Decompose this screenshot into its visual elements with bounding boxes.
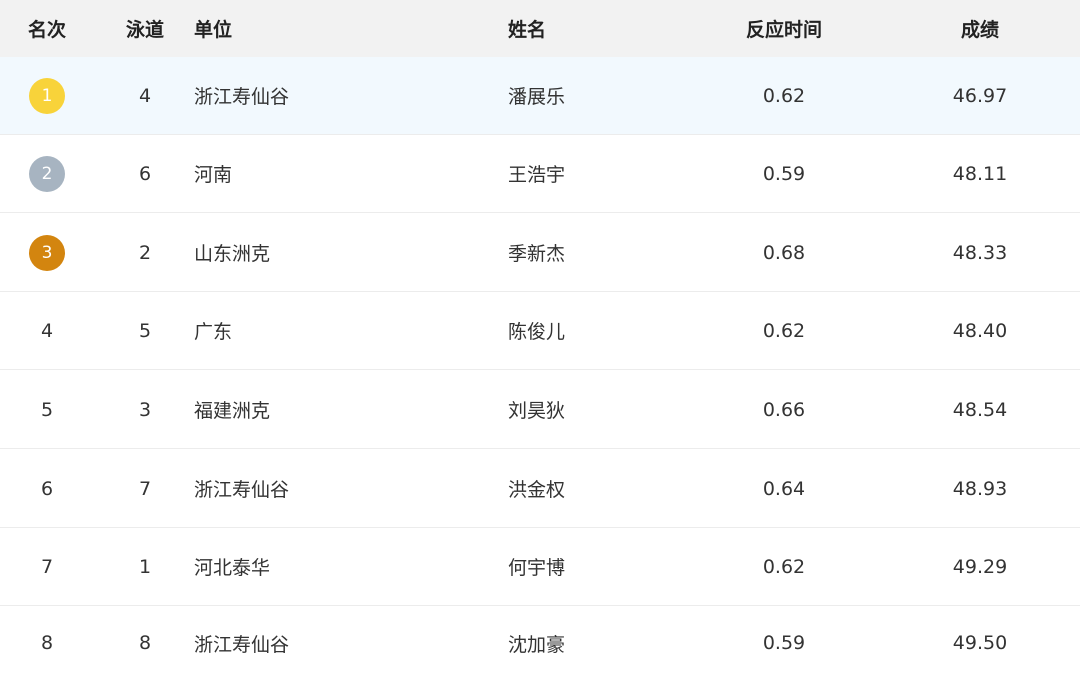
result-cell: 49.50 (952, 632, 1008, 654)
reaction-cell: 0.66 (762, 398, 806, 421)
table-row[interactable]: 6 7 浙江寿仙谷 洪金权 0.64 48.93 (0, 450, 1080, 528)
table-row[interactable]: 3 2 山东洲克 季新杰 0.68 48.33 (0, 214, 1080, 292)
rank-cell: 4 (40, 319, 54, 342)
result-cell: 48.40 (952, 319, 1008, 342)
result-cell: 48.11 (952, 162, 1008, 185)
name-cell: 陈俊儿 (508, 321, 566, 343)
table-row[interactable]: 8 8 浙江寿仙谷 沈加豪 0.59 49.50 (0, 607, 1080, 679)
result-cell: 46.97 (952, 84, 1008, 107)
rank-cell: 5 (40, 398, 54, 421)
rank-cell: 2 (7, 135, 87, 212)
rank-cell: 1 (7, 57, 87, 134)
reaction-cell: 0.68 (762, 241, 806, 264)
results-table: 名次 泳道 单位 姓名 反应时间 成绩 1 4 浙江寿仙谷 潘展乐 0.62 4… (0, 0, 1080, 679)
bronze-medal-badge: 3 (29, 234, 65, 271)
result-cell: 48.54 (952, 398, 1008, 421)
unit-cell: 山东洲克 (194, 243, 271, 265)
result-cell: 49.29 (952, 555, 1008, 578)
name-cell: 王浩宇 (508, 164, 566, 186)
lane-cell: 1 (138, 555, 152, 578)
reaction-cell: 0.59 (762, 162, 806, 185)
reaction-cell: 0.59 (762, 632, 806, 654)
name-cell: 洪金权 (508, 479, 566, 501)
name-cell: 季新杰 (508, 243, 566, 265)
header-name[interactable]: 姓名 (508, 0, 708, 57)
table-row[interactable]: 1 4 浙江寿仙谷 潘展乐 0.62 46.97 (0, 57, 1080, 135)
table-row[interactable]: 4 5 广东 陈俊儿 0.62 48.40 (0, 292, 1080, 370)
reaction-cell: 0.62 (762, 84, 806, 107)
lane-cell: 5 (138, 319, 152, 342)
name-cell: 刘昊狄 (508, 400, 566, 422)
result-cell: 48.33 (952, 241, 1008, 264)
name-cell: 何宇博 (508, 557, 566, 579)
lane-cell: 7 (138, 477, 152, 500)
lane-cell: 8 (138, 632, 152, 654)
lane-cell: 4 (138, 84, 152, 107)
lane-cell: 6 (138, 162, 152, 185)
table-header: 名次 泳道 单位 姓名 反应时间 成绩 (0, 0, 1080, 57)
reaction-cell: 0.64 (762, 477, 806, 500)
reaction-cell: 0.62 (762, 319, 806, 342)
silver-medal-badge: 2 (29, 155, 65, 192)
name-cell: 潘展乐 (508, 86, 566, 108)
header-unit[interactable]: 单位 (194, 0, 474, 57)
unit-cell: 浙江寿仙谷 (194, 479, 290, 501)
lane-cell: 3 (138, 398, 152, 421)
table-row[interactable]: 7 1 河北泰华 何宇博 0.62 49.29 (0, 528, 1080, 606)
unit-cell: 浙江寿仙谷 (194, 633, 290, 656)
table-row[interactable]: 2 6 河南 王浩宇 0.59 48.11 (0, 135, 1080, 213)
header-result[interactable]: 成绩 (920, 0, 1040, 57)
lane-cell: 2 (138, 241, 152, 264)
unit-cell: 浙江寿仙谷 (194, 86, 290, 108)
unit-cell: 河北泰华 (194, 557, 271, 579)
unit-cell: 河南 (194, 164, 233, 186)
header-reaction[interactable]: 反应时间 (724, 0, 844, 57)
gold-medal-badge: 1 (29, 77, 65, 114)
table-row[interactable]: 5 3 福建洲克 刘昊狄 0.66 48.54 (0, 371, 1080, 449)
header-lane[interactable]: 泳道 (105, 0, 185, 57)
rank-cell: 7 (40, 555, 54, 578)
rank-cell: 8 (40, 632, 54, 654)
rank-cell: 3 (7, 214, 87, 291)
rank-cell: 6 (40, 477, 54, 500)
unit-cell: 广东 (194, 321, 233, 343)
reaction-cell: 0.62 (762, 555, 806, 578)
result-cell: 48.93 (952, 477, 1008, 500)
header-rank[interactable]: 名次 (7, 0, 87, 57)
unit-cell: 福建洲克 (194, 400, 271, 422)
name-cell: 沈加豪 (508, 633, 566, 656)
